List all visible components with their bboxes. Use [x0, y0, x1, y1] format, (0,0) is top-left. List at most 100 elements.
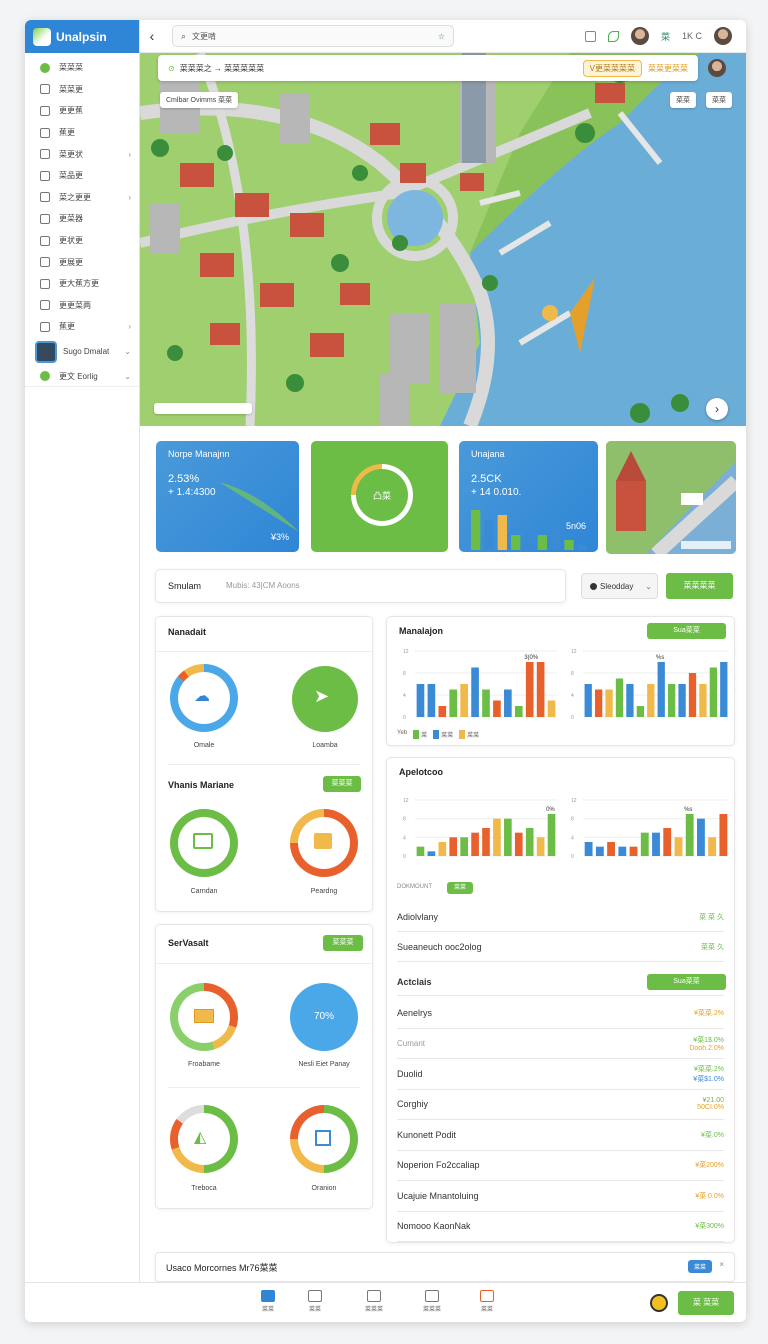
table-row[interactable]: Ucajuie Mnantoluing ¥菜.0.0%: [397, 1181, 724, 1212]
actions-button[interactable]: Sua菜菜: [647, 974, 726, 990]
map-chip-alt[interactable]: 菜菜更菜菜: [648, 63, 688, 74]
map-zoom-chip-b[interactable]: 菜菜: [706, 92, 732, 108]
apelotcoo-left-bar: [449, 837, 458, 856]
table-row[interactable]: Nomooo KaonNak ¥菜300%: [397, 1212, 724, 1242]
profile-avatar[interactable]: [714, 27, 732, 45]
legend-item: 菜菜: [433, 730, 453, 739]
star-icon[interactable]: ☆: [438, 32, 445, 41]
calendar-icon[interactable]: [584, 30, 596, 42]
circle-icon: [40, 321, 50, 332]
search-input[interactable]: ⌕ 文更啃 ☆: [172, 25, 454, 47]
servasalt-button[interactable]: 菜菜菜: [323, 935, 363, 951]
apelotcoo-left-bar: [427, 851, 436, 856]
search-icon: ⌕: [181, 30, 187, 41]
table-row[interactable]: Adiolvlany 菜 菜 久: [397, 902, 724, 932]
sidebar-item-last[interactable]: 更文 Eorlig ⌄: [25, 366, 139, 388]
manalajon-button[interactable]: Sua菜菜: [647, 623, 726, 639]
sidebar-item[interactable]: 更更菜两: [25, 295, 139, 317]
manalajon-left-bar: [493, 700, 501, 717]
apelotcoo-footer-label: DOKMOUNT: [397, 884, 432, 890]
ring-froabame[interactable]: [170, 983, 238, 1051]
apelotcoo-left-bar: [504, 818, 512, 856]
apelotcoo-left-tick-label: 8: [403, 817, 406, 823]
ring-loamba[interactable]: ➤: [292, 666, 358, 732]
sidebar-item[interactable]: 菜更状 ›: [25, 143, 139, 165]
sidebar-item[interactable]: 更状更: [25, 230, 139, 252]
kpi-card-2[interactable]: 凸菜: [311, 441, 448, 552]
bottom-primary-button[interactable]: 菜 菜菜: [678, 1291, 734, 1315]
logo-icon: [33, 27, 51, 46]
ring-treboca[interactable]: ◭: [170, 1105, 238, 1173]
table-row[interactable]: Corghiy ¥21.00 50CI.0%: [397, 1090, 724, 1120]
apelotcoo-footer-chip[interactable]: 菜菜: [447, 882, 473, 894]
kpi-card-4-photo[interactable]: [606, 441, 736, 554]
apelotcoo-left-tick-label: 4: [403, 835, 406, 841]
sidebar-item[interactable]: 菜之更更 ›: [25, 187, 139, 209]
map-user-avatar[interactable]: [708, 59, 726, 77]
leaf-icon: [40, 371, 50, 382]
manalajon-right-bar: [615, 678, 624, 717]
manalajon-left-bar: [416, 684, 425, 717]
row-label: Duolid: [397, 1068, 423, 1079]
top-right-text[interactable]: 菜: [661, 30, 670, 43]
sidebar-item[interactable]: 菜品更: [25, 165, 139, 187]
building-icon: [367, 1290, 381, 1302]
sim-select[interactable]: Sleodday ⌄: [581, 573, 658, 599]
sim-action-button[interactable]: 菜菜菜菜: [666, 573, 733, 599]
sidebar-item[interactable]: 更更蕉: [25, 100, 139, 122]
bottom-strip-chip[interactable]: 菜菜: [687, 1260, 712, 1273]
kpi-mini-bar: [511, 535, 521, 550]
sidebar-item[interactable]: 菜菜更: [25, 79, 139, 101]
apelotcoo-left-bar: [514, 832, 523, 856]
close-icon[interactable]: ×: [719, 1260, 724, 1269]
kpi-card-3[interactable]: Unajana 2.5CK + 14 0.010. 5n06: [459, 441, 598, 552]
bottom-nav-item[interactable]: 菜菜菜: [423, 1290, 441, 1313]
bottom-nav-item[interactable]: 菜菜: [308, 1290, 322, 1313]
ring-nesli[interactable]: 70%: [290, 983, 358, 1051]
avatar[interactable]: [630, 27, 649, 45]
map-layer-chip[interactable]: Cmlbar Ovimms 菜菜: [160, 92, 239, 108]
apelotcoo-right-tick-label: 4: [571, 835, 574, 841]
sidebar-item-label: 更更蕉: [59, 106, 83, 116]
sidebar-item[interactable]: 蕉更: [25, 122, 139, 144]
sidebar-item[interactable]: 更展更: [25, 251, 139, 273]
ring-carndan[interactable]: [170, 809, 238, 877]
counter: 1K C: [681, 31, 702, 41]
sidebar-item[interactable]: 菜菜菜: [25, 57, 139, 79]
sidebar-user[interactable]: Sugo Dmalat ⌄: [25, 338, 139, 366]
sidebar-item[interactable]: 更菜器: [25, 208, 139, 230]
table-row[interactable]: Sueaneuch ooc2olog 菜菜 久: [397, 932, 724, 962]
kpi-mini-bar: [537, 535, 547, 550]
bottom-nav-item[interactable]: 菜菜: [261, 1290, 275, 1313]
kpi-card-1[interactable]: Norpe Manajnn 2.53% + 1.4:4300 ¥3%: [156, 441, 299, 552]
table-row[interactable]: Cumant ¥菜1$.0% Dooh.2.0%: [397, 1029, 724, 1059]
map-zoom-chip-a[interactable]: 菜菜: [670, 92, 696, 108]
table-row[interactable]: Noperion Fo2ccaliap ¥菜200%: [397, 1151, 724, 1181]
app-window: Unalpsin 菜菜菜 菜菜更 更更蕉 蕉更 菜更状 › 菜品更 菜之更更 › 更菜器 更状更 更展…: [25, 20, 746, 1322]
status-avatar[interactable]: [650, 1294, 668, 1312]
envelope-icon: [194, 1009, 214, 1023]
leaf-icon[interactable]: [607, 30, 619, 42]
ring-omale[interactable]: ☁: [170, 664, 238, 732]
chevron-right-icon[interactable]: ›: [706, 398, 728, 420]
table-row[interactable]: Kunonett Podit ¥菜.0%: [397, 1120, 724, 1151]
table-row[interactable]: Duolid ¥菜菜.2% ¥菜$1.0%: [397, 1059, 724, 1090]
city-map[interactable]: ⊙ 菜菜菜之 → 菜菜菜菜菜 V更菜菜菜菜 菜菜更菜菜 Cmlbar Ovimm…: [140, 53, 746, 426]
map-chip[interactable]: V更菜菜菜菜: [582, 59, 642, 77]
ring-oranion[interactable]: [290, 1105, 358, 1173]
table-row[interactable]: Aenelrys ¥菜菜.2%: [397, 998, 724, 1029]
app-logo[interactable]: Unalpsin: [25, 20, 139, 53]
sidebar-item[interactable]: 蕉更 ›: [25, 316, 139, 338]
apelotcoo-left-bar: [525, 828, 534, 856]
back-button[interactable]: ‹: [140, 28, 164, 44]
kpi-mini-bar: [577, 545, 587, 550]
vhanis-button[interactable]: 菜菜菜: [323, 776, 361, 792]
book-icon: [308, 1290, 322, 1302]
bottom-nav-item[interactable]: 菜菜菜: [365, 1290, 383, 1313]
bottom-nav-item[interactable]: 菜菜: [480, 1290, 494, 1313]
chevron-right-icon: ›: [128, 322, 131, 332]
ring-peardng[interactable]: [290, 809, 358, 877]
simulation-bar: Smulam Mubis: 43|CM Aoons: [155, 569, 566, 603]
sidebar-item[interactable]: 更大蕉方更: [25, 273, 139, 295]
manalajon-left-bar: [482, 689, 490, 717]
